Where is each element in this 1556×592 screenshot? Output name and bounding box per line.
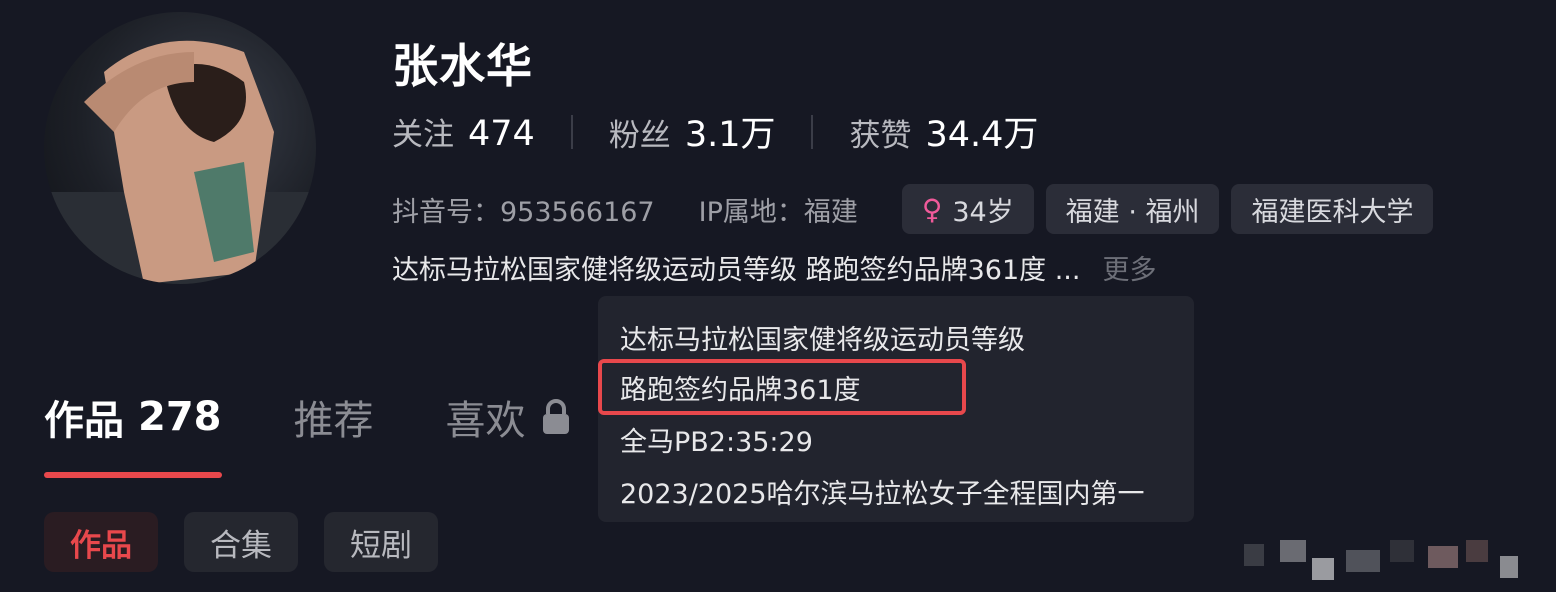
likes-stat[interactable]: 获赞 34.4万: [849, 106, 1038, 157]
school-text: 福建医科大学: [1251, 196, 1414, 228]
following-stat[interactable]: 关注 474: [392, 109, 535, 154]
tab-recommend[interactable]: 推荐: [294, 388, 374, 446]
age-tag: ♀ 34岁: [901, 184, 1034, 234]
watermark: [1244, 540, 1534, 584]
bio-preview: 达标马拉松国家健将级运动员等级 路跑签约品牌361度 ... 更多: [392, 248, 1156, 287]
ip-location: IP属地：福建: [698, 196, 858, 228]
highlight-box: [598, 359, 966, 415]
followers-count: 3.1万: [684, 115, 776, 155]
following-count: 474: [468, 114, 535, 154]
stat-divider: [570, 114, 573, 149]
tab-works[interactable]: 作品 278: [44, 388, 222, 446]
subtab-collections[interactable]: 合集: [184, 512, 298, 572]
subtab-works[interactable]: 作品: [44, 512, 158, 572]
content-subtabs: 作品 合集 短剧: [44, 512, 464, 572]
subtab-short-dramas[interactable]: 短剧: [324, 512, 438, 572]
active-tab-indicator: [44, 472, 222, 478]
tab-likes[interactable]: 喜欢: [446, 388, 572, 446]
tab-likes-label: 喜欢: [445, 398, 526, 444]
following-label: 关注: [392, 117, 454, 153]
region-text: 福建 · 福州: [1065, 196, 1200, 228]
avatar-photo: [44, 40, 316, 284]
tab-recommend-label: 推荐: [293, 398, 374, 444]
avatar[interactable]: [44, 12, 316, 284]
female-icon: ♀: [921, 192, 943, 226]
likes-label: 获赞: [849, 118, 912, 154]
tab-works-label: 作品: [44, 398, 124, 444]
bio-line: 2023/2025哈尔滨马拉松女子全程国内第一: [620, 479, 1145, 510]
more-link[interactable]: 更多: [1102, 248, 1156, 287]
bio-text: 达标马拉松国家健将级运动员等级 路跑签约品牌361度 ...: [392, 255, 1081, 286]
profile-meta: 抖音号：953566167 IP属地：福建 ♀ 34岁 福建 · 福州 福建医科…: [392, 184, 1445, 234]
profile-name: 张水华: [392, 39, 533, 93]
tab-works-count: 278: [138, 394, 222, 440]
followers-label: 粉丝: [608, 118, 671, 154]
age-text: 34岁: [952, 196, 1014, 228]
profile-tabs: 作品 278 推荐 喜欢: [44, 388, 644, 446]
lock-icon: [542, 399, 569, 434]
school-tag: 福建医科大学: [1231, 184, 1434, 234]
profile-stats: 关注 474 粉丝 3.1万 获赞 34.4万: [392, 106, 1038, 157]
bio-line: 全马PB2:35:29: [620, 427, 813, 458]
followers-stat[interactable]: 粉丝 3.1万: [609, 106, 776, 157]
likes-count: 34.4万: [925, 115, 1039, 155]
stat-divider: [811, 114, 814, 149]
region-tag: 福建 · 福州: [1045, 184, 1220, 234]
bio-line: 达标马拉松国家健将级运动员等级: [620, 325, 1025, 356]
douyin-id: 抖音号：953566167: [392, 196, 655, 228]
